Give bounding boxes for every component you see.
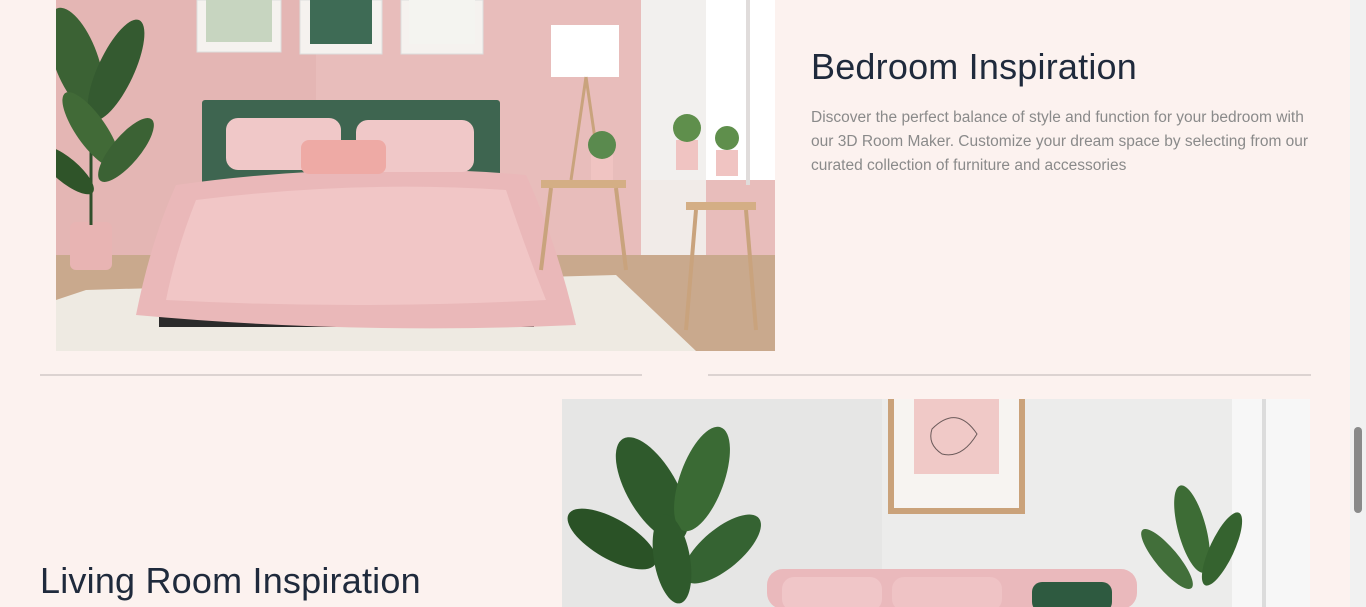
divider-right <box>708 374 1311 376</box>
bedroom-description: Discover the perfect balance of style an… <box>811 109 1309 174</box>
vertical-scrollbar[interactable] <box>1350 0 1366 607</box>
living-room-heading: Living Room Inspiration <box>40 560 421 601</box>
scrollbar-thumb[interactable] <box>1354 427 1362 513</box>
page: Bedroom Inspiration Discover the perfect… <box>0 0 1350 607</box>
living-room-image <box>562 399 1310 607</box>
bedroom-image <box>56 0 775 351</box>
bedroom-heading: Bedroom Inspiration <box>811 46 1137 87</box>
divider-left <box>40 374 642 376</box>
